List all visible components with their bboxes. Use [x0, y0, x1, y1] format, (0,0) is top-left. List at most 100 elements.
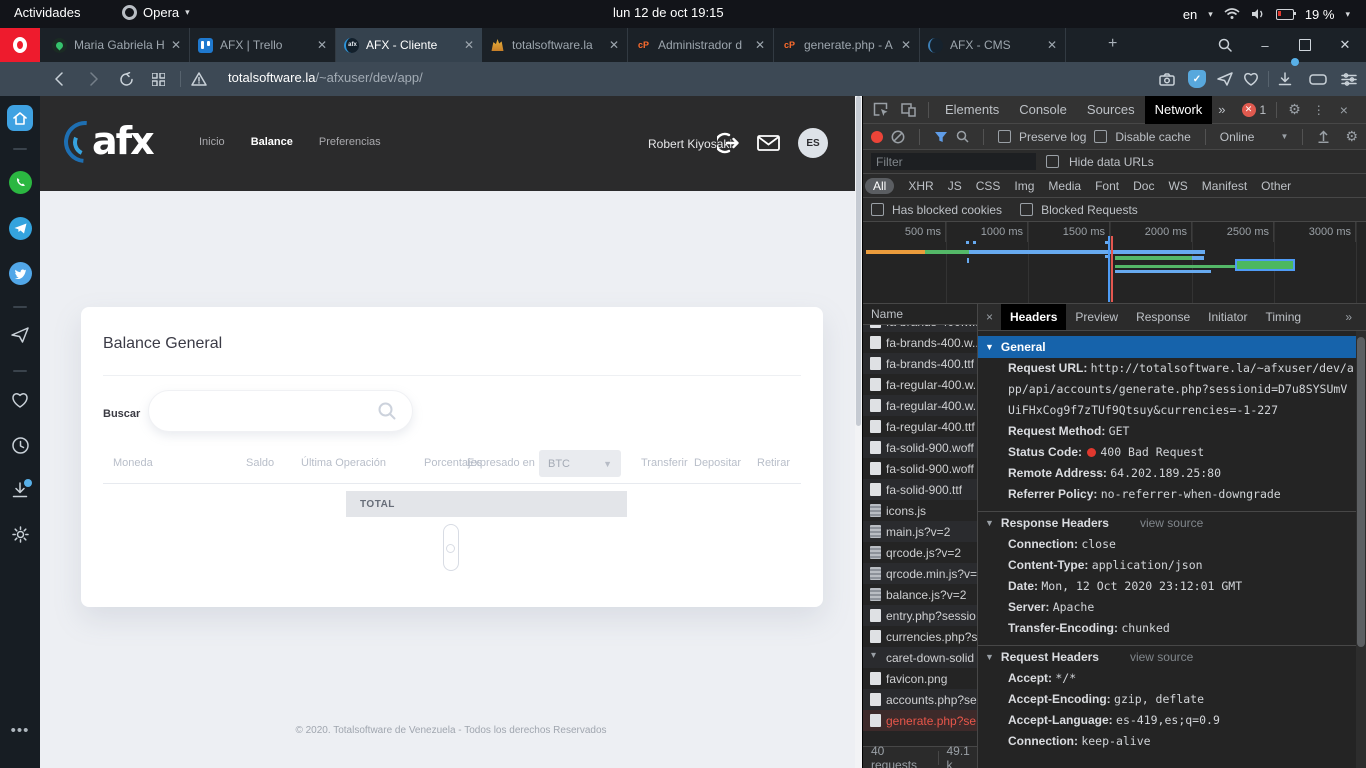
sidebar-more-button[interactable]: •••: [0, 722, 40, 739]
blocked-requests-checkbox[interactable]: [1020, 203, 1034, 216]
back-button[interactable]: [48, 62, 68, 96]
view-source-link[interactable]: view source: [1130, 650, 1193, 664]
request-row[interactable]: entry.php?sessio: [863, 605, 977, 626]
activities-button[interactable]: Actividades: [14, 5, 80, 20]
tab-close-icon[interactable]: ✕: [171, 38, 181, 52]
speed-dial-icon[interactable]: [148, 62, 168, 96]
devtools-close-icon[interactable]: ×: [1332, 102, 1356, 118]
hide-data-urls-checkbox[interactable]: [1046, 155, 1059, 168]
easy-setup-sliders-icon[interactable]: [1338, 62, 1360, 96]
name-column-header[interactable]: Name: [863, 304, 977, 325]
vpn-shield-badge[interactable]: ✓: [1186, 62, 1208, 96]
page-scrollbar[interactable]: [855, 96, 862, 768]
request-row[interactable]: fa-solid-900.ttf: [863, 479, 977, 500]
type-filter[interactable]: Doc: [1133, 179, 1154, 193]
currency-select[interactable]: BTC ▼: [539, 450, 621, 477]
downloads-icon[interactable]: [1274, 58, 1299, 96]
request-row[interactable]: fa-regular-400.w..: [863, 395, 977, 416]
devtools-tab[interactable]: Console: [1009, 96, 1077, 124]
history-clock-button[interactable]: [0, 437, 40, 454]
nav-item[interactable]: Balance: [251, 136, 293, 148]
error-badge-icon[interactable]: ✕: [1241, 102, 1256, 117]
request-row[interactable]: main.js?v=2: [863, 521, 977, 542]
network-search-icon[interactable]: [956, 130, 969, 143]
devtools-settings-gear-icon[interactable]: ⚙: [1283, 101, 1306, 118]
type-filter[interactable]: Img: [1014, 179, 1034, 193]
browser-tab[interactable]: cP generate.php - A ✕: [774, 28, 920, 62]
clear-network-log-icon[interactable]: [891, 130, 905, 144]
devtools-tab[interactable]: Sources: [1077, 96, 1145, 124]
browser-tab[interactable]: totalsoftware.la ✕: [482, 28, 628, 62]
filter-input[interactable]: Filter: [871, 153, 1036, 170]
clock[interactable]: lun 12 de oct 19:15: [613, 5, 724, 20]
request-row[interactable]: accounts.php?se: [863, 689, 977, 710]
minimize-button[interactable]: –: [1258, 38, 1272, 53]
browser-tab[interactable]: afx AFX - Cliente ✕: [336, 28, 482, 62]
request-row[interactable]: favicon.png: [863, 668, 977, 689]
network-overview-timeline[interactable]: 500 ms 1000 ms 1500 ms 2000 ms 2500 ms 3000 m…: [863, 222, 1366, 304]
request-row[interactable]: qrcode.js?v=2: [863, 542, 977, 563]
request-row[interactable]: fa-regular-400.ttf: [863, 416, 977, 437]
twitter-button[interactable]: [0, 262, 40, 285]
tab-close-icon[interactable]: ✕: [464, 38, 474, 52]
request-row[interactable]: balance.js?v=2: [863, 584, 977, 605]
settings-gear-button[interactable]: [0, 526, 40, 543]
opera-logo-button[interactable]: [0, 28, 40, 62]
snapshot-camera-icon[interactable]: [1156, 62, 1178, 96]
response-headers-section-header[interactable]: ▼ Response Headers view source: [978, 512, 1366, 534]
downloads-sidebar-button[interactable]: [0, 479, 40, 498]
detail-tab[interactable]: Preview: [1066, 304, 1127, 330]
bookmarks-heart-button[interactable]: [0, 392, 40, 408]
browser-tab[interactable]: cP Administrador d ✕: [628, 28, 774, 62]
close-window-button[interactable]: ✕: [1338, 37, 1352, 52]
type-filter[interactable]: Manifest: [1202, 179, 1247, 193]
opera-app-menu[interactable]: Opera ▾: [122, 5, 190, 20]
bookmark-heart-icon[interactable]: [1240, 62, 1262, 96]
general-section-header[interactable]: ▼ General: [978, 336, 1366, 358]
has-blocked-cookies-checkbox[interactable]: [871, 203, 884, 216]
request-row[interactable]: caret-down-solid: [863, 647, 977, 668]
more-panels-button[interactable]: »: [1212, 96, 1231, 124]
tab-search-icon[interactable]: [1218, 38, 1232, 52]
type-filter[interactable]: Other: [1261, 179, 1291, 193]
disable-cache-checkbox[interactable]: [1094, 130, 1108, 143]
type-filter[interactable]: WS: [1168, 179, 1187, 193]
inspect-element-icon[interactable]: [863, 102, 895, 117]
devtools-tab[interactable]: Elements: [935, 96, 1009, 124]
telegram-button[interactable]: [0, 217, 40, 240]
request-row[interactable]: qrcode.min.js?v=: [863, 563, 977, 584]
whatsapp-button[interactable]: [0, 171, 40, 194]
browser-tab[interactable]: AFX | Trello ✕: [190, 28, 336, 62]
filter-funnel-icon[interactable]: [934, 131, 948, 143]
search-input[interactable]: [148, 390, 413, 432]
tab-close-icon[interactable]: ✕: [317, 38, 327, 52]
more-detail-tabs-icon[interactable]: »: [1345, 310, 1366, 324]
afx-logo[interactable]: afx: [55, 112, 174, 172]
detail-tab[interactable]: Timing: [1256, 304, 1310, 330]
detail-tab[interactable]: Initiator: [1199, 304, 1256, 330]
request-row[interactable]: fa-solid-900.woff: [863, 458, 977, 479]
new-tab-button[interactable]: +: [1108, 35, 1117, 53]
detail-tab[interactable]: Headers: [1001, 304, 1067, 330]
avatar[interactable]: ES: [798, 128, 828, 158]
type-filter[interactable]: CSS: [976, 179, 1001, 193]
nav-item[interactable]: Inicio: [199, 136, 225, 148]
close-detail-icon[interactable]: ×: [978, 310, 1001, 324]
tab-close-icon[interactable]: ✕: [609, 38, 619, 52]
throttling-select[interactable]: Online ▼: [1220, 130, 1289, 144]
my-flow-sidebar-button[interactable]: [0, 327, 40, 343]
tab-close-icon[interactable]: ✕: [755, 38, 765, 52]
browser-tab[interactable]: AFX - CMS ✕: [920, 28, 1066, 62]
maximize-button[interactable]: [1298, 38, 1312, 52]
network-settings-gear-icon[interactable]: ⚙: [1345, 128, 1358, 145]
speed-dial-home-button[interactable]: [0, 105, 40, 131]
nav-item[interactable]: Preferencias: [319, 136, 381, 148]
browser-tab[interactable]: Maria Gabriela H ✕: [44, 28, 190, 62]
type-filter[interactable]: All: [865, 177, 895, 194]
request-row[interactable]: fa-brands-400.w..: [863, 332, 977, 353]
reload-button[interactable]: [116, 62, 136, 96]
logout-icon[interactable]: [717, 132, 739, 154]
device-toolbar-icon[interactable]: [895, 102, 922, 117]
request-row[interactable]: fa-brands-400.ttf: [863, 353, 977, 374]
type-filter[interactable]: Media: [1048, 179, 1081, 193]
